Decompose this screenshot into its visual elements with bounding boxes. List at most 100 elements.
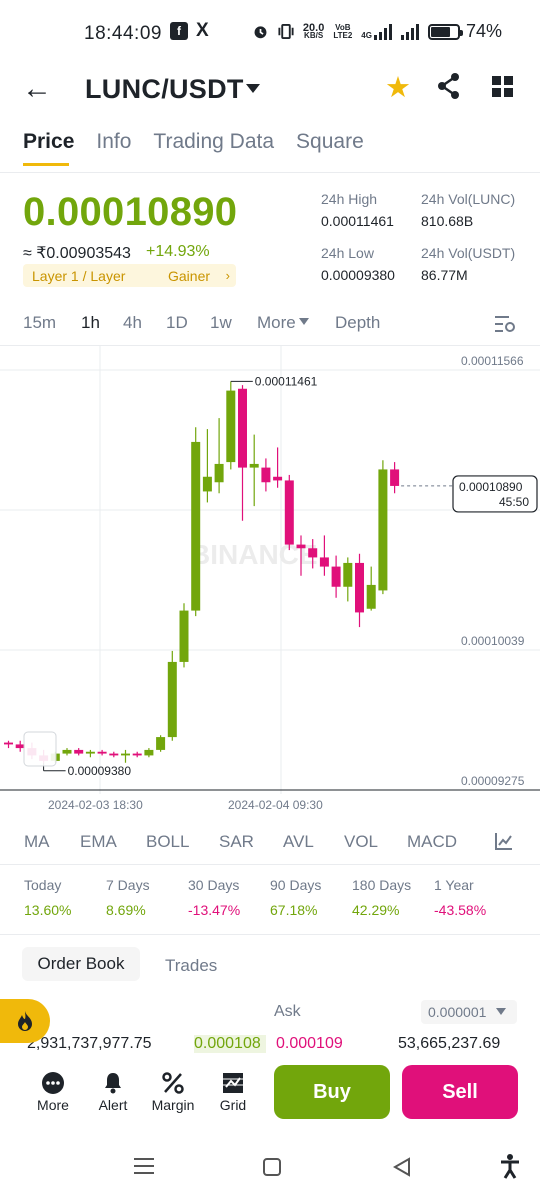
share-icon[interactable]: [437, 72, 461, 100]
tab-trades[interactable]: Trades: [165, 956, 217, 976]
ind-avl[interactable]: AVL: [283, 832, 314, 852]
ind-macd[interactable]: MACD: [407, 832, 457, 852]
accessibility-icon[interactable]: [500, 1153, 520, 1179]
pair-selector[interactable]: LUNC/USDT: [85, 74, 244, 105]
perf-value: 42.29%: [352, 902, 400, 918]
alert-label: Alert: [98, 1097, 128, 1113]
candle-body: [308, 548, 318, 558]
ind-sar[interactable]: SAR: [219, 832, 254, 852]
perf-180d: 180 Days 42.29%: [352, 877, 411, 918]
favorite-star-icon[interactable]: ★: [385, 70, 411, 105]
floating-action-button[interactable]: [0, 999, 50, 1043]
ask-price: 0.000109: [276, 1035, 343, 1052]
low-label: 24h Low: [321, 245, 374, 261]
tab-order-book[interactable]: Order Book: [22, 947, 140, 981]
candle-body: [261, 467, 271, 483]
candle-body: [167, 661, 177, 738]
layout-grid-icon[interactable]: [492, 76, 513, 97]
candle-body: [343, 562, 353, 587]
more-dropdown-icon: [298, 318, 309, 325]
battery: 74%: [427, 21, 502, 42]
status-right: 20.0 KB/S VoB LTE2 4G 74%: [252, 21, 502, 42]
tf-more[interactable]: More: [257, 313, 309, 333]
system-nav-bar: [0, 1133, 540, 1200]
candle-body: [331, 566, 341, 587]
volte-indicator: VoB LTE2: [333, 22, 353, 40]
candle-body: [62, 749, 72, 754]
y-tick-label: 0.00010039: [461, 634, 525, 648]
ind-vol[interactable]: VOL: [344, 832, 378, 852]
menu-lines-icon[interactable]: [133, 1157, 155, 1175]
tab-trading-data[interactable]: Trading Data: [153, 130, 274, 154]
buy-button[interactable]: Buy: [274, 1065, 390, 1119]
chart-settings-icon[interactable]: [494, 314, 516, 334]
candle-body: [4, 742, 13, 745]
perf-label: 1 Year: [434, 877, 474, 893]
battery-icon: [427, 23, 463, 40]
tf-4h[interactable]: 4h: [123, 313, 142, 333]
chart-grid: 0.00011566 0.00010039 0.00009275 2024-02-03…: [0, 346, 540, 812]
candle-body: [202, 476, 212, 492]
perf-30d: 30 Days -13.47%: [188, 877, 240, 918]
sell-button[interactable]: Sell: [402, 1065, 518, 1119]
category-tags[interactable]: Layer 1 / Layer Gainer ›: [23, 264, 236, 287]
tf-1d[interactable]: 1D: [166, 313, 188, 333]
vol-usdt-label: 24h Vol(USDT): [421, 245, 516, 261]
grid-label: Grid: [219, 1097, 247, 1113]
candlestick-chart[interactable]: 0.00011566 0.00010039 0.00009275 2024-02-03…: [0, 346, 540, 812]
perf-7d: 7 Days 8.69%: [106, 877, 150, 918]
divider: [0, 934, 540, 935]
tf-1w[interactable]: 1w: [210, 313, 232, 333]
bid-price: 0.000108: [194, 1035, 266, 1053]
candle-body: [249, 463, 259, 468]
bid-qty: 2,931,737,977.75: [27, 1035, 152, 1052]
net-speed: 20.0 KB/S: [302, 21, 325, 40]
last-price-label: 0.00010890: [459, 480, 523, 494]
grid-trading-icon: [223, 1073, 243, 1093]
back-arrow-icon[interactable]: ←: [22, 74, 52, 104]
main-tabs: Price Info Trading Data Square: [23, 130, 364, 166]
perf-value: 67.18%: [270, 902, 318, 918]
x-tick-label: 2024-02-03 18:30: [48, 798, 143, 812]
ind-ema[interactable]: EMA: [80, 832, 117, 852]
bell-icon: [105, 1073, 121, 1094]
candle-body: [378, 469, 388, 591]
more-button[interactable]: More: [33, 1069, 73, 1113]
alert-button[interactable]: Alert: [93, 1069, 133, 1113]
home-square-icon[interactable]: [262, 1157, 282, 1177]
vol-lunc-value: 810.68B: [421, 213, 474, 229]
tab-info[interactable]: Info: [96, 130, 131, 154]
tf-1h[interactable]: 1h: [81, 313, 100, 333]
chevron-right-icon: ›: [225, 268, 230, 283]
y-tick-label: 0.00011566: [461, 354, 524, 368]
tag-gainer: Gainer: [168, 267, 211, 284]
candle-body: [97, 751, 107, 754]
perf-label: 90 Days: [270, 877, 322, 893]
signal-4g: 4G: [361, 23, 392, 40]
candle-body: [15, 744, 25, 749]
back-triangle-icon[interactable]: [392, 1157, 412, 1177]
perf-value: -43.58%: [434, 902, 487, 918]
grid-button[interactable]: Grid: [213, 1069, 253, 1113]
precision-select[interactable]: 0.000001: [421, 1000, 517, 1024]
candle-body: [273, 476, 283, 481]
ind-ma[interactable]: MA: [24, 832, 50, 852]
tf-15m[interactable]: 15m: [23, 313, 56, 333]
tab-price[interactable]: Price: [23, 130, 74, 166]
facebook-icon: f: [170, 22, 188, 40]
perf-value: 8.69%: [106, 902, 146, 918]
candle-body: [132, 753, 142, 756]
candle-body: [226, 390, 236, 463]
perf-value: 13.60%: [24, 902, 72, 918]
fiat-price: ≈ ₹0.00903543: [23, 245, 131, 262]
ind-boll[interactable]: BOLL: [146, 832, 189, 852]
indicator-settings-icon[interactable]: [494, 831, 514, 851]
vol-usdt-value: 86.77M: [421, 267, 468, 283]
tf-depth[interactable]: Depth: [335, 313, 380, 333]
margin-button[interactable]: Margin: [148, 1069, 198, 1113]
signal-bars-icon: [373, 23, 392, 40]
tab-square[interactable]: Square: [296, 130, 364, 154]
pair-dropdown-icon[interactable]: [246, 84, 260, 93]
tf-more-label: More: [257, 313, 296, 332]
signal-bars-2-icon: [400, 23, 419, 40]
